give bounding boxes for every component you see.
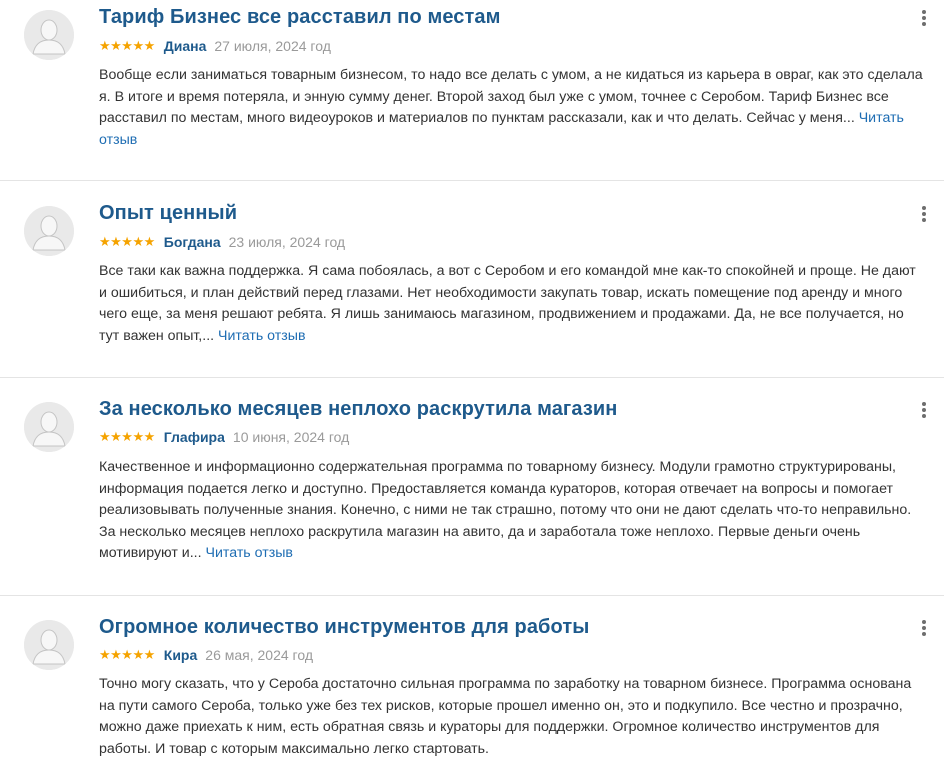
more-options-icon[interactable] (916, 203, 932, 225)
read-review-link[interactable]: Читать отзыв (218, 328, 305, 344)
more-options-icon[interactable] (916, 399, 932, 421)
rating-stars: ★★★★★ (99, 647, 155, 662)
rating-stars: ★★★★★ (99, 429, 155, 444)
more-options-icon[interactable] (916, 617, 932, 639)
avatar (24, 620, 74, 670)
more-options-icon[interactable] (916, 7, 932, 29)
rating-stars: ★★★★★ (99, 234, 155, 249)
read-review-link[interactable]: Читать отзыв (206, 545, 293, 561)
review-date: 10 июня, 2024 год (232, 429, 350, 445)
review-excerpt: Точно могу сказать, что у Сероба достато… (99, 676, 912, 757)
reviews-list: Тариф Бизнес все расставил по местам ★★★… (0, 0, 944, 784)
user-silhouette-icon (24, 206, 74, 256)
review-title[interactable]: Тариф Бизнес все расставил по местам (99, 6, 501, 29)
avatar (24, 402, 74, 452)
review-text: Качественное и информационно содержатель… (99, 457, 927, 565)
review-card: Опыт ценный ★★★★★ Богдана 23 июля, 2024 … (0, 181, 944, 377)
avatar (24, 10, 74, 60)
review-author[interactable]: Глафира (164, 429, 225, 445)
review-date: 26 мая, 2024 год (205, 647, 313, 663)
review-text: Все таки как важна поддержка. Я сама поб… (99, 261, 927, 347)
review-title[interactable]: Опыт ценный (99, 202, 237, 225)
review-meta: ★★★★★ Богдана 23 июля, 2024 год (99, 232, 345, 252)
review-title[interactable]: За несколько месяцев неплохо раскрутила … (99, 398, 617, 421)
review-text: Точно могу сказать, что у Сероба достато… (99, 674, 927, 760)
avatar (24, 206, 74, 256)
review-card: Тариф Бизнес все расставил по местам ★★★… (0, 0, 944, 180)
review-text: Вообще если заниматься товарным бизнесом… (99, 65, 927, 151)
review-author[interactable]: Диана (164, 38, 207, 54)
rating-stars: ★★★★★ (99, 38, 155, 53)
review-card: Огромное количество инструментов для раб… (0, 595, 944, 784)
review-author[interactable]: Кира (164, 647, 198, 663)
review-card: За несколько месяцев неплохо раскрутила … (0, 377, 944, 595)
review-date: 23 июля, 2024 год (228, 234, 346, 250)
user-silhouette-icon (24, 10, 74, 60)
review-excerpt: Вообще если заниматься товарным бизнесом… (99, 67, 923, 126)
user-silhouette-icon (24, 402, 74, 452)
review-date: 27 июля, 2024 год (214, 38, 331, 54)
review-title[interactable]: Огромное количество инструментов для раб… (99, 616, 589, 639)
review-meta: ★★★★★ Глафира 10 июня, 2024 год (99, 427, 349, 447)
review-meta: ★★★★★ Диана 27 июля, 2024 год (99, 36, 331, 56)
review-author[interactable]: Богдана (164, 234, 221, 250)
review-meta: ★★★★★ Кира 26 мая, 2024 год (99, 645, 313, 665)
user-silhouette-icon (24, 620, 74, 670)
